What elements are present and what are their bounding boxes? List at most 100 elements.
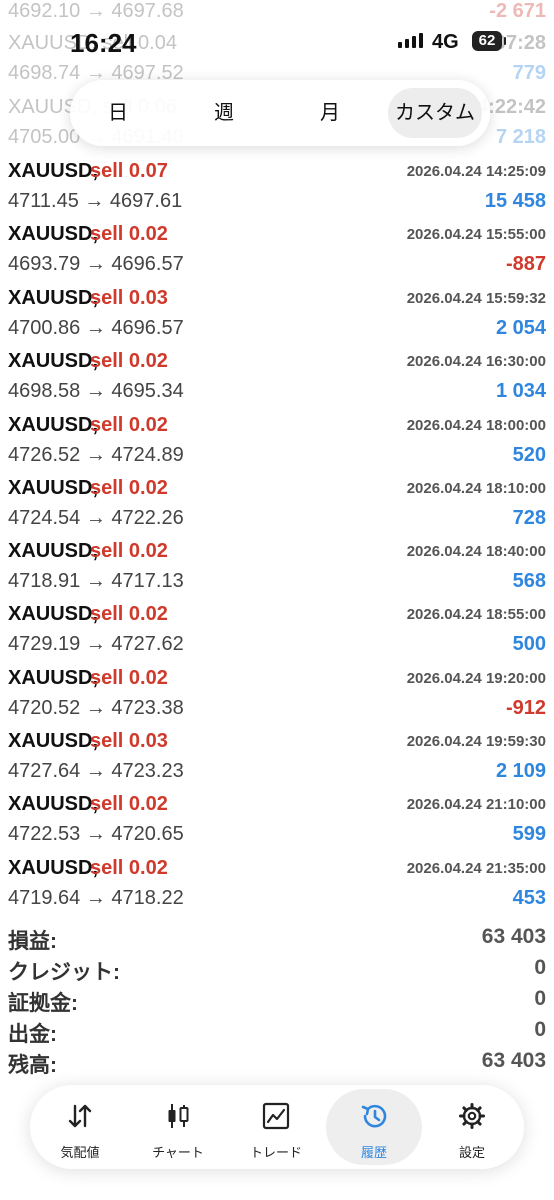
trade-row[interactable]: XAUUSD, sell 0.02 2026.04.24 15:55:00 46… <box>0 218 554 281</box>
trade-action: sell 0.02 <box>90 540 168 562</box>
trade-symbol: XAUUSD, <box>8 540 99 562</box>
summary-row-margin: 証拠金: 0 <box>0 987 554 1017</box>
scrolled-row-right: 779 <box>512 62 546 84</box>
nav-label: チャート <box>152 1145 204 1160</box>
nav-tab-settings[interactable]: 設定 <box>424 1089 520 1165</box>
trade-row[interactable]: XAUUSD, sell 0.03 2026.04.24 19:59:30 47… <box>0 725 554 788</box>
trade-profit: 500 <box>512 633 546 655</box>
trade-symbol: XAUUSD, <box>8 287 99 309</box>
period-tab-day[interactable]: 日 <box>88 88 148 138</box>
summary-value: 63 403 <box>481 1049 546 1072</box>
period-tab-month[interactable]: 月 <box>300 88 360 138</box>
trade-datetime: 2026.04.24 15:55:00 <box>406 226 546 243</box>
nav-label: 気配値 <box>60 1145 100 1160</box>
trade-row[interactable]: XAUUSD, sell 0.03 2026.04.24 15:59:32 47… <box>0 282 554 345</box>
trade-datetime: 2026.04.24 21:35:00 <box>406 860 546 877</box>
summary-label: 証拠金: <box>8 992 78 1015</box>
trade-row[interactable]: XAUUSD, sell 0.07 2026.04.24 14:25:09 47… <box>0 155 554 218</box>
gear-icon <box>459 1103 485 1129</box>
trade-datetime: 2026.04.24 21:10:00 <box>406 796 546 813</box>
trade-chart-icon <box>262 1102 290 1130</box>
trade-action: sell 0.03 <box>90 730 168 752</box>
trade-profit: 568 <box>512 570 546 592</box>
nav-tab-history[interactable]: 履歴 <box>326 1089 422 1165</box>
history-clock-icon <box>361 1104 387 1128</box>
trade-row[interactable]: XAUUSD, sell 0.02 2026.04.24 18:55:00 47… <box>0 598 554 661</box>
trade-symbol: XAUUSD, <box>8 477 99 499</box>
trade-action: sell 0.02 <box>90 793 168 815</box>
trade-profit: 599 <box>512 823 546 845</box>
summary-row-profit: 損益: 63 403 <box>0 925 554 955</box>
trade-prices: 4722.53 → 4720.65 <box>8 823 184 845</box>
trade-profit: -887 <box>505 253 546 275</box>
trade-profit: -912 <box>505 697 546 719</box>
trade-prices: 4727.64 → 4723.23 <box>8 760 184 782</box>
trade-profit: 1 034 <box>495 380 546 402</box>
summary-label: クレジット: <box>8 961 120 984</box>
summary-label: 損益: <box>8 930 57 953</box>
trade-prices: 4698.58 → 4695.34 <box>8 380 184 402</box>
summary-row-credit: クレジット: 0 <box>0 956 554 986</box>
trade-prices: 4718.91 → 4717.13 <box>8 570 184 592</box>
trade-symbol: XAUUSD, <box>8 223 99 245</box>
trade-datetime: 2026.04.24 19:59:30 <box>406 733 546 750</box>
trade-profit: 2 109 <box>495 760 546 782</box>
summary-value: 0 <box>534 956 546 979</box>
network-type: 4G <box>432 31 459 53</box>
trade-datetime: 2026.04.24 18:40:00 <box>406 543 546 560</box>
trade-action: sell 0.02 <box>90 667 168 689</box>
trade-row[interactable]: XAUUSD, sell 0.02 2026.04.24 21:10:00 47… <box>0 788 554 851</box>
trade-symbol: XAUUSD, <box>8 857 99 879</box>
trade-prices: 4719.64 → 4718.22 <box>8 887 184 909</box>
nav-tab-trade[interactable]: トレード <box>228 1089 324 1165</box>
trade-prices: 4693.79 → 4696.57 <box>8 253 184 275</box>
summary-row-balance: 残高: 63 403 <box>0 1049 554 1079</box>
summary-label: 出金: <box>8 1023 57 1046</box>
trade-prices: 4711.45 → 4697.61 <box>8 190 183 212</box>
trade-symbol: XAUUSD, <box>8 667 99 689</box>
trade-action: sell 0.02 <box>90 414 168 436</box>
trade-row[interactable]: XAUUSD, sell 0.02 2026.04.24 18:00:00 47… <box>0 409 554 472</box>
summary-value: 0 <box>534 987 546 1010</box>
trade-datetime: 2026.04.24 15:59:32 <box>406 290 546 307</box>
summary-row-withdrawal: 出金: 0 <box>0 1018 554 1048</box>
trade-action: sell 0.02 <box>90 223 168 245</box>
nav-tab-quotes[interactable]: 気配値 <box>32 1089 128 1165</box>
trade-row[interactable]: XAUUSD, sell 0.02 2026.04.24 21:35:00 47… <box>0 852 554 915</box>
trade-datetime: 2026.04.24 18:00:00 <box>406 417 546 434</box>
trade-action: sell 0.02 <box>90 603 168 625</box>
trade-action: sell 0.03 <box>90 287 168 309</box>
period-tab-custom[interactable]: カスタム <box>388 88 482 138</box>
cellular-signal-icon <box>398 33 423 48</box>
summary-value: 63 403 <box>481 925 546 948</box>
trade-row[interactable]: XAUUSD, sell 0.02 2026.04.24 18:40:00 47… <box>0 535 554 598</box>
trade-action: sell 0.07 <box>90 160 168 182</box>
trade-action: sell 0.02 <box>90 477 168 499</box>
trade-profit: 520 <box>512 444 546 466</box>
nav-label: 履歴 <box>360 1145 387 1160</box>
trade-row[interactable]: XAUUSD, sell 0.02 2026.04.24 18:10:00 47… <box>0 472 554 535</box>
trade-symbol: XAUUSD, <box>8 160 99 182</box>
trade-prices: 4726.52 → 4724.89 <box>8 444 184 466</box>
status-time: 16:24 <box>70 28 137 58</box>
trade-datetime: 2026.04.24 19:20:00 <box>406 670 546 687</box>
trade-symbol: XAUUSD, <box>8 730 99 752</box>
trade-datetime: 2026.04.24 14:25:09 <box>406 163 546 180</box>
period-tab-week[interactable]: 週 <box>194 88 254 138</box>
nav-label: 設定 <box>458 1145 485 1160</box>
trade-datetime: 2026.04.24 18:10:00 <box>406 480 546 497</box>
trade-prices: 4700.86 → 4696.57 <box>8 317 184 339</box>
trade-row[interactable]: XAUUSD, sell 0.02 2026.04.24 19:20:00 47… <box>0 662 554 725</box>
nav-tab-chart[interactable]: チャート <box>130 1089 226 1165</box>
status-bar: 16:24 4G 62 <box>0 0 554 64</box>
trade-symbol: XAUUSD, <box>8 603 99 625</box>
trade-row[interactable]: XAUUSD, sell 0.02 2026.04.24 16:30:00 46… <box>0 345 554 408</box>
quotes-arrows-icon <box>68 1104 92 1128</box>
trade-prices: 4724.54 → 4722.26 <box>8 507 184 529</box>
battery-icon: 62 <box>472 31 506 51</box>
trade-profit: 728 <box>512 507 546 529</box>
trade-symbol: XAUUSD, <box>8 793 99 815</box>
nav-label: トレード <box>249 1145 302 1160</box>
trade-datetime: 2026.04.24 16:30:00 <box>406 353 546 370</box>
trade-action: sell 0.02 <box>90 350 168 372</box>
